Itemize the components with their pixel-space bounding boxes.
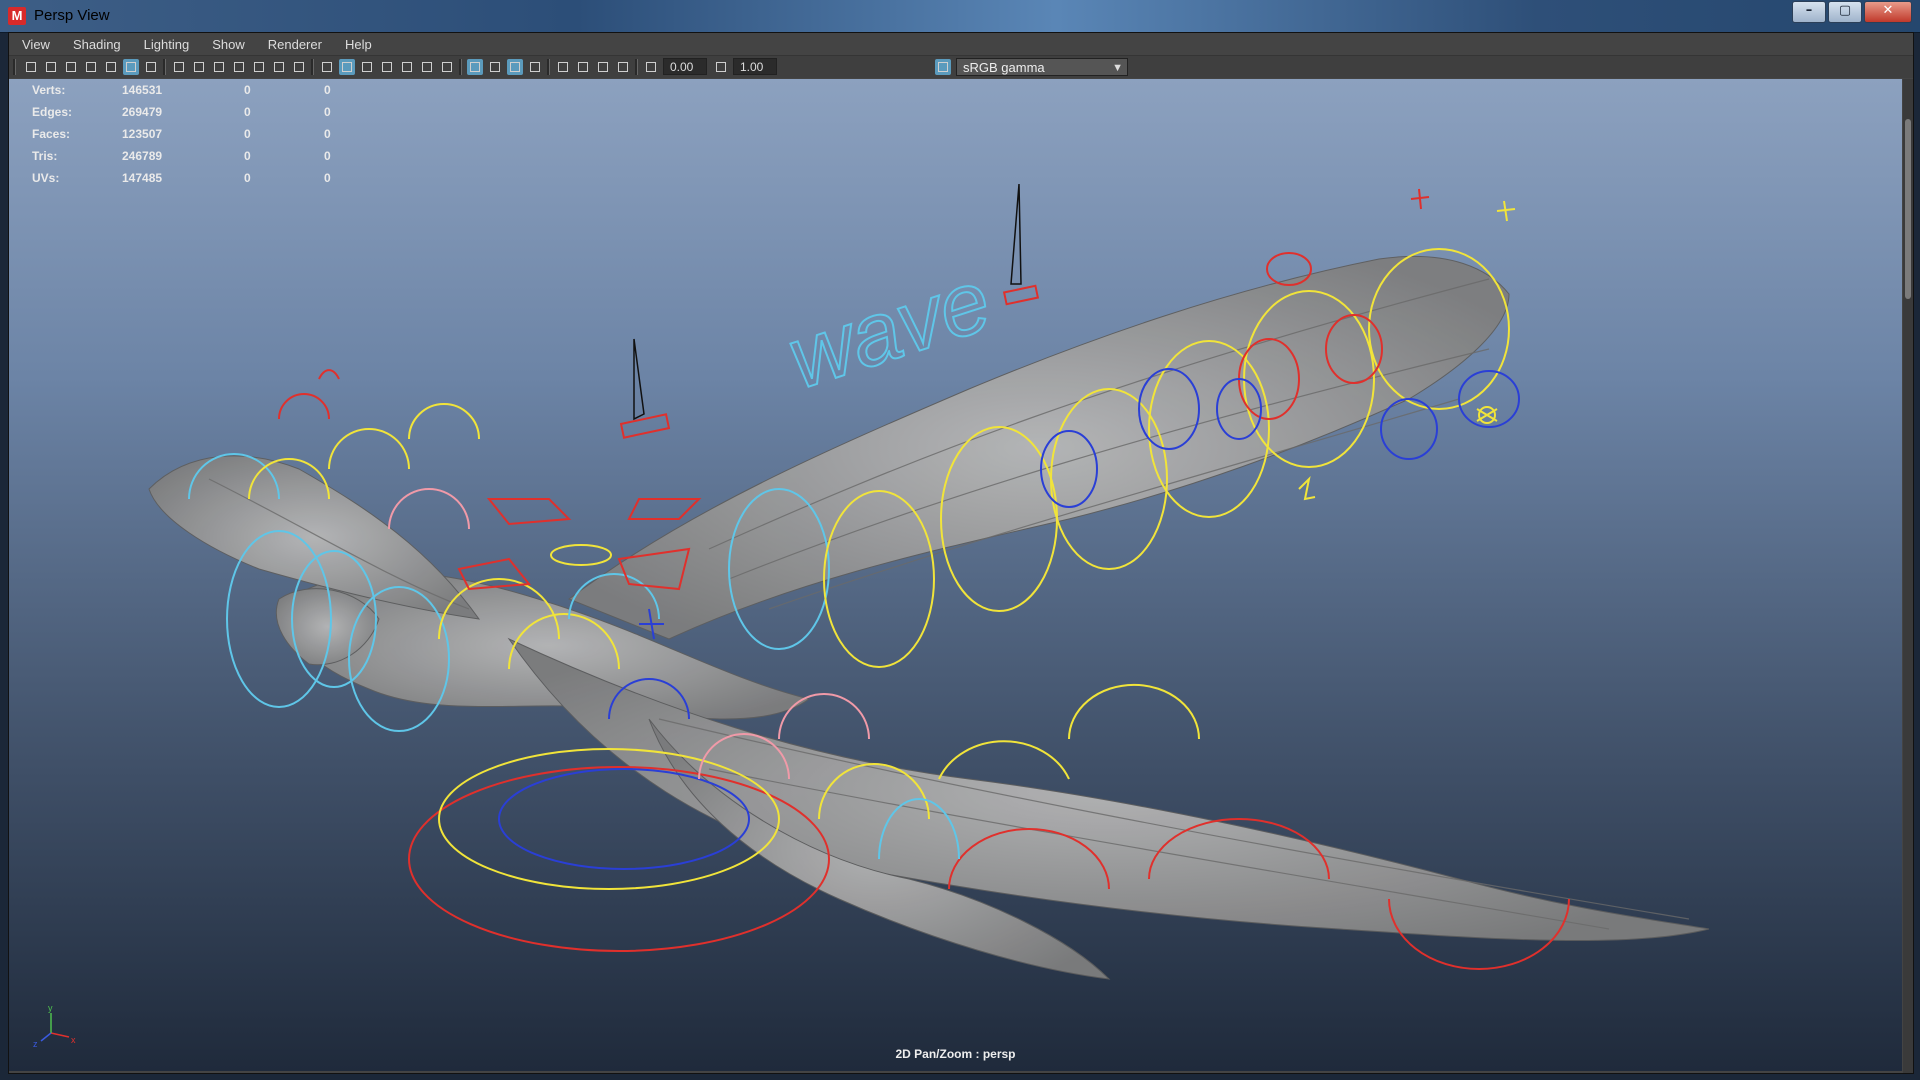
pencil-icon[interactable] bbox=[143, 59, 159, 75]
ambient-occlusion-icon[interactable] bbox=[507, 59, 523, 75]
menu-view[interactable]: View bbox=[9, 37, 60, 52]
resolution-gate-icon[interactable] bbox=[211, 59, 227, 75]
motion-blur-icon[interactable] bbox=[527, 59, 543, 75]
vertical-scrollbar[interactable] bbox=[1903, 79, 1913, 1073]
close-button[interactable]: ✕ bbox=[1864, 1, 1912, 23]
default-material-icon[interactable] bbox=[379, 59, 395, 75]
wireframe-on-shaded-icon[interactable] bbox=[359, 59, 375, 75]
safe-title-icon[interactable] bbox=[291, 59, 307, 75]
wave-control-text[interactable]: wave bbox=[775, 249, 1003, 409]
view-axis-icon: x y z bbox=[33, 1003, 76, 1049]
camera-attributes-icon[interactable] bbox=[43, 59, 59, 75]
maximize-button[interactable]: ▢ bbox=[1828, 1, 1862, 23]
select-camera-icon[interactable] bbox=[23, 59, 39, 75]
smooth-shade-icon[interactable] bbox=[339, 59, 355, 75]
gate-mask-icon[interactable] bbox=[231, 59, 247, 75]
field-chart-icon[interactable] bbox=[251, 59, 267, 75]
chevron-down-icon: ▼ bbox=[1112, 62, 1123, 74]
window-title: Persp View bbox=[34, 7, 110, 24]
perspective-viewport[interactable]: wave Verts: 146531 0 0 Edges: 269479 0 0… bbox=[9, 79, 1902, 1071]
image-plane-icon[interactable] bbox=[83, 59, 99, 75]
toolbar-separator bbox=[163, 59, 166, 75]
axis-x-label: x bbox=[71, 1035, 76, 1045]
scene-canvas: wave bbox=[148, 183, 1710, 980]
panel-frame: View Shading Lighting Show Renderer Help bbox=[8, 32, 1914, 1074]
toolbar-separator bbox=[635, 59, 638, 75]
frame-selection-icon[interactable] bbox=[595, 59, 611, 75]
gamma-icon[interactable] bbox=[713, 59, 729, 75]
film-gate-icon[interactable] bbox=[191, 59, 207, 75]
bookmarks-icon[interactable] bbox=[63, 59, 79, 75]
frame-all-icon[interactable] bbox=[615, 59, 631, 75]
color-space-select[interactable]: sRGB gamma ▼ bbox=[956, 58, 1128, 76]
minimize-button[interactable]: – bbox=[1792, 1, 1826, 23]
toolbar-separator bbox=[311, 59, 314, 75]
grease-pencil-icon[interactable] bbox=[123, 59, 139, 75]
menu-show[interactable]: Show bbox=[199, 37, 255, 52]
safe-action-icon[interactable] bbox=[271, 59, 287, 75]
wireframe-icon[interactable] bbox=[319, 59, 335, 75]
panel-menubar: View Shading Lighting Show Renderer Help bbox=[9, 33, 1913, 55]
textured-icon[interactable] bbox=[399, 59, 415, 75]
menu-help[interactable]: Help bbox=[332, 37, 382, 52]
camera-label: 2D Pan/Zoom : persp bbox=[895, 1047, 1016, 1061]
two-d-pan-zoom-icon[interactable] bbox=[103, 59, 119, 75]
maya-logo-icon: M bbox=[8, 7, 26, 25]
exposure-icon[interactable] bbox=[643, 59, 659, 75]
axis-y-label: y bbox=[48, 1003, 53, 1013]
root-control-blue bbox=[498, 768, 750, 870]
title-bar[interactable]: M Persp View – ▢ ✕ bbox=[0, 0, 1920, 33]
menu-renderer[interactable]: Renderer bbox=[255, 37, 332, 52]
toolbar-separator bbox=[459, 59, 462, 75]
color-space-value: sRGB gamma bbox=[963, 60, 1045, 75]
color-management-icon[interactable] bbox=[935, 59, 951, 75]
panel-toolbar: 0.00 1.00 sRGB gamma ▼ bbox=[9, 55, 1913, 78]
grid-icon[interactable] bbox=[171, 59, 187, 75]
scrollbar-thumb[interactable] bbox=[1905, 119, 1911, 299]
xray-joints-icon[interactable] bbox=[487, 59, 503, 75]
toolbar-separator bbox=[13, 59, 16, 75]
exposure-field[interactable]: 0.00 bbox=[663, 58, 707, 75]
gamma-field[interactable]: 1.00 bbox=[733, 58, 777, 75]
lighting-icon[interactable] bbox=[419, 59, 435, 75]
shadows-icon[interactable] bbox=[439, 59, 455, 75]
menu-shading[interactable]: Shading bbox=[60, 37, 131, 52]
maya-window: M Persp View – ▢ ✕ View Shading Lighting… bbox=[0, 0, 1920, 1080]
menu-lighting[interactable]: Lighting bbox=[131, 37, 200, 52]
isolate-select-icon[interactable] bbox=[555, 59, 571, 75]
xray-icon[interactable] bbox=[467, 59, 483, 75]
hud-toggle-icon[interactable] bbox=[575, 59, 591, 75]
toolbar-separator bbox=[547, 59, 550, 75]
phoenix-upper-wing bbox=[567, 255, 1510, 640]
